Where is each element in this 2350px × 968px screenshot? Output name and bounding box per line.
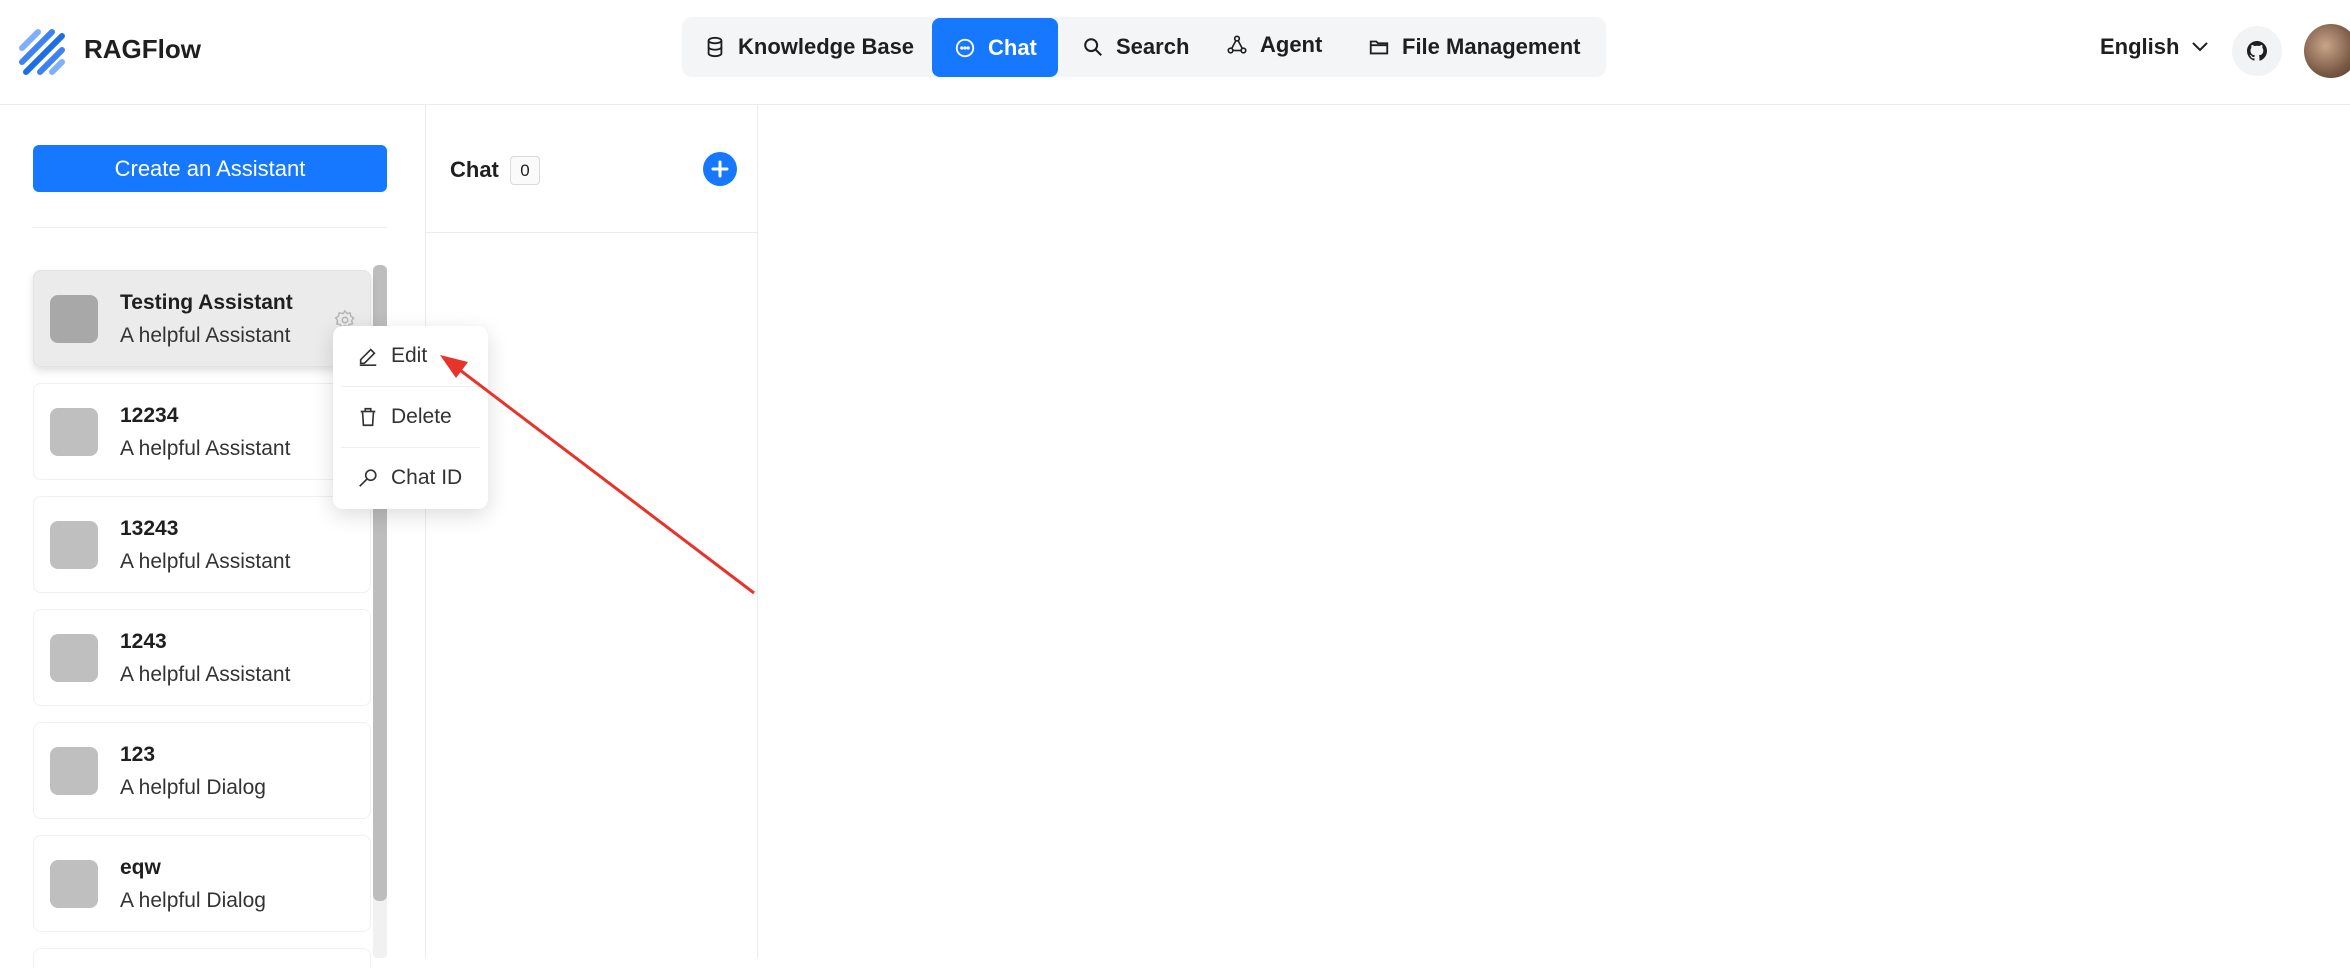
assistant-context-menu: Edit Delete Chat ID [333,326,488,509]
assistant-avatar [50,634,98,682]
assistant-name: 1243 [120,630,167,653]
assistant-name: Testing Assistant [120,291,293,314]
assistant-sidebar: Create an Assistant Testing Assistant A … [0,105,426,968]
divider [33,227,387,228]
menu-label: Chat ID [391,466,463,489]
github-button[interactable] [2232,26,2282,76]
nav-search[interactable]: Search [1060,17,1202,77]
language-selector[interactable]: English [2100,34,2209,60]
menu-item-delete[interactable]: Delete [333,387,488,447]
assistant-name: 123 [120,743,156,766]
assistant-description: A helpful Dialog [120,889,266,912]
menu-item-edit[interactable]: Edit [333,326,488,386]
assistant-avatar [50,408,98,456]
assistant-name: eqw [120,856,161,879]
assistant-description: A helpful Assistant [120,437,291,460]
trash-icon [360,407,376,427]
chat-title: Chat [450,157,499,182]
assistant-card[interactable] [33,948,371,968]
database-icon [707,36,723,58]
search-icon [1084,38,1102,56]
nav-label: Chat [988,34,1037,60]
nav-chat[interactable]: Chat [932,18,1058,77]
ragflow-logo-icon[interactable] [16,26,68,78]
user-avatar[interactable] [2304,24,2350,78]
assistant-description: A helpful Assistant [120,663,291,686]
assistant-card[interactable]: 13243 A helpful Assistant [33,496,371,593]
top-header: RAGFlow Knowledge Base Chat Search Agent… [0,0,2350,105]
github-icon [2247,41,2267,61]
assistant-description: A helpful Assistant [120,550,291,573]
app-name[interactable]: RAGFlow [84,34,201,65]
plus-icon [711,160,729,178]
edit-pencil-icon [359,348,377,366]
nav-label: Agent [1260,32,1323,57]
chat-count-badge: 0 [510,156,540,185]
assistant-card[interactable]: 1243 A helpful Assistant [33,609,371,706]
menu-item-chat-id[interactable]: Chat ID [333,448,488,508]
folder-icon [1369,40,1389,55]
key-search-icon [359,469,377,487]
assistant-card[interactable]: Testing Assistant A helpful Assistant [33,270,371,367]
language-label: English [2100,34,2180,59]
main-nav: Knowledge Base Chat Search Agent File Ma… [682,17,1606,77]
add-chat-button[interactable] [703,152,737,186]
assistant-description: A helpful Dialog [120,776,266,799]
agent-graph-icon [1227,35,1247,54]
nav-label: Search [1116,34,1190,59]
assistant-avatar [50,521,98,569]
assistant-avatar [50,860,98,908]
assistant-card[interactable]: eqw A helpful Dialog [33,835,371,932]
nav-agent[interactable]: Agent [1204,15,1344,75]
chat-list-header: Chat 0 [426,105,757,233]
nav-file-management[interactable]: File Management [1346,17,1606,77]
assistant-description: A helpful Assistant [120,324,291,347]
assistant-avatar [50,747,98,795]
assistant-name: 13243 [120,517,179,540]
chevron-down-icon [2192,42,2209,52]
assistant-name: 12234 [120,404,179,427]
menu-label: Delete [391,405,452,428]
assistant-card[interactable]: 123 A helpful Dialog [33,722,371,819]
create-assistant-button[interactable]: Create an Assistant [33,145,387,192]
menu-label: Edit [391,344,428,367]
nav-label: Knowledge Base [738,34,915,59]
assistant-avatar [50,295,98,343]
chat-list-panel: Chat 0 [426,105,758,958]
assistant-card[interactable]: 12234 A helpful Assistant [33,383,371,480]
nav-label: File Management [1402,34,1581,59]
nav-knowledge-base[interactable]: Knowledge Base [682,17,930,77]
chat-icon [955,38,975,57]
